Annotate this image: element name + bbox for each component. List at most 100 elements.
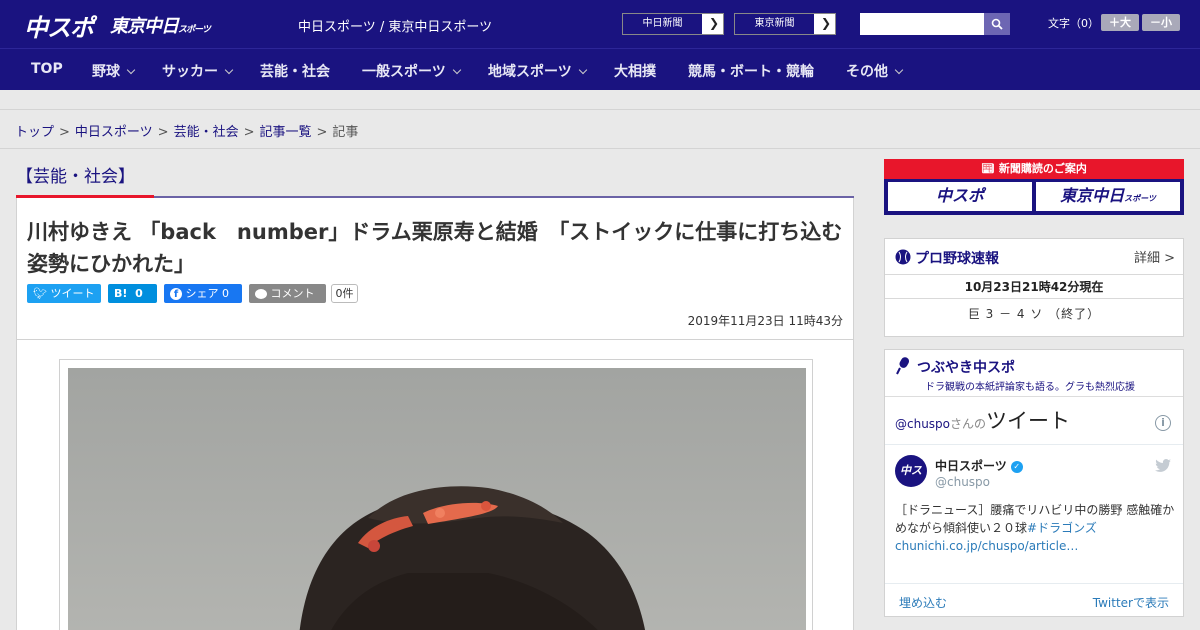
view-on-twitter-link[interactable]: Twitterで表示 — [1093, 594, 1169, 611]
breadcrumb-link[interactable]: 芸能・社会 — [174, 125, 239, 140]
article-header: 川村ゆきえ 「back number」ドラム栗原寿と結婚 「ストイックに仕事に打… — [16, 198, 854, 340]
search-button[interactable] — [984, 13, 1010, 35]
baseball-title: プロ野球速報 — [915, 251, 999, 267]
timeline-footer: 埋め込む Twitterで表示 — [885, 583, 1183, 619]
nav-entertainment[interactable]: 芸能・社会 — [260, 61, 330, 81]
chevron-down-icon — [224, 65, 234, 75]
twitter-widget-title: つぶやき中スポ — [917, 360, 1015, 376]
comment-label: コメント — [270, 287, 315, 300]
nav-label: サッカー — [162, 64, 218, 80]
tweet-label: ツイート — [50, 287, 95, 300]
baseball-score[interactable]: 巨 3 － 4 ソ （終了） — [885, 305, 1183, 322]
search-input[interactable] — [860, 13, 984, 35]
nav-other[interactable]: その他 — [846, 61, 904, 81]
subscription-banner[interactable]: 📰︎ 新聞購読のご案内 中スポ 東京中日スポーツ — [884, 159, 1184, 215]
subscription-title: 📰︎ 新聞購読のご案内 — [884, 159, 1184, 179]
hatena-count: 0 — [135, 287, 143, 300]
text-size-up-button[interactable]: ＋大 — [1101, 14, 1139, 31]
nav-general-sports[interactable]: 一般スポーツ — [362, 61, 461, 81]
nav-label: 野球 — [92, 64, 120, 80]
text-size-down-button[interactable]: －小 — [1142, 14, 1180, 31]
nav-label: その他 — [846, 64, 888, 80]
twitter-widget-subtitle: ドラ観戦の本紙評論家も語る。グラも熱烈応援 — [925, 382, 1135, 393]
nav-label: 地域スポーツ — [488, 64, 572, 80]
main-nav: TOP 野球 サッカー 芸能・社会 一般スポーツ 地域スポーツ 大相撲 競馬・ボ… — [0, 48, 1200, 90]
hatena-bookmark-button[interactable]: B! 0 — [108, 284, 157, 303]
breadcrumb-link[interactable]: 中日スポーツ — [75, 125, 153, 140]
tokyo-logo-text: 東京中日 — [110, 16, 179, 37]
tweet-author-name[interactable]: 中日スポーツ ✓ — [935, 457, 1023, 474]
chevron-down-icon — [894, 65, 904, 75]
tweet-hashtag[interactable]: #ドラゴンズ — [1027, 521, 1097, 535]
comment-count: 0件 — [331, 284, 358, 303]
article-photo[interactable] — [68, 368, 806, 630]
breadcrumb-separator: > — [316, 125, 328, 140]
divider — [885, 444, 1183, 445]
breadcrumb-separator: > — [243, 125, 255, 140]
nav-label: TOP — [31, 61, 63, 77]
chevron-down-icon — [126, 65, 136, 75]
chuspo-logo[interactable]: 中スポ — [24, 8, 94, 43]
tokyo-logo-small: スポーツ — [178, 25, 211, 35]
newspaper-icon: 📰︎ — [981, 162, 996, 175]
tweet-text: ［ドラニュース］腰痛でリハビリ中の勝野 感触確かめながら傾斜使い２０球#ドラゴン… — [895, 501, 1175, 555]
baseball-detail-link[interactable]: 詳細 > — [1134, 247, 1175, 266]
chevron-right-icon: ❯ — [708, 16, 719, 30]
photo-image — [68, 368, 806, 630]
paper-link-label: 中日新聞 — [623, 14, 703, 34]
baseball-score-card: プロ野球速報 詳細 > 10月23日21時42分現在 巨 3 － 4 ソ （終了… — [884, 238, 1184, 337]
photo-frame — [59, 359, 813, 630]
tweet-author-handle[interactable]: @chuspo — [935, 475, 990, 489]
tweet-link[interactable]: chunichi.co.jp/chuspo/article… — [895, 539, 1078, 553]
facebook-share-label: シェア — [185, 287, 219, 300]
nav-label: 一般スポーツ — [362, 64, 446, 80]
comment-icon — [255, 289, 267, 299]
ad-strip — [0, 90, 1200, 110]
nav-top[interactable]: TOP — [31, 61, 63, 77]
breadcrumb-separator: > — [59, 125, 70, 140]
site-name: 中日スポーツ / 東京中日スポーツ — [298, 20, 493, 35]
info-icon[interactable]: i — [1155, 415, 1171, 431]
chevron-down-icon — [452, 65, 461, 75]
comment-button[interactable]: コメント — [249, 284, 326, 303]
tokyo-chunichi-subscribe-logo[interactable]: 東京中日スポーツ — [1036, 182, 1180, 211]
baseball-icon — [895, 249, 911, 265]
tokyo-subscribe-small: スポーツ — [1124, 194, 1156, 203]
text-size-label: 文字（0） — [1048, 17, 1099, 30]
nav-label: 芸能・社会 — [260, 64, 330, 80]
chevron-down-icon — [578, 65, 587, 75]
breadcrumb-link[interactable]: トップ — [15, 125, 54, 140]
top-header: 中スポ 東京中日スポーツ 中日スポーツ / 東京中日スポーツ 中日新聞 ❯ 東京… — [0, 0, 1200, 48]
category-heading: 【芸能・社会】 — [16, 160, 854, 198]
nav-baseball[interactable]: 野球 — [92, 61, 136, 81]
tweet-button[interactable]: 🐦︎ ツイート — [27, 284, 101, 303]
timeline-label: ツイート — [986, 409, 1071, 433]
nav-sumo[interactable]: 大相撲 — [614, 61, 656, 81]
article-headline: 川村ゆきえ 「back number」ドラム栗原寿と結婚 「ストイックに仕事に打… — [27, 220, 843, 276]
chuspo-subscribe-logo[interactable]: 中スポ — [888, 182, 1032, 211]
twitter-bird-icon[interactable] — [1155, 459, 1171, 473]
nav-local-sports[interactable]: 地域スポーツ — [488, 61, 587, 81]
timeline-header: @chuspoさんのツイート — [895, 405, 1070, 435]
baseball-timestamp: 10月23日21時42分現在 — [885, 275, 1183, 299]
breadcrumb-link[interactable]: 記事一覧 — [260, 125, 312, 140]
microphone-icon — [896, 357, 909, 375]
twitter-icon: 🐦︎ — [33, 287, 47, 300]
tweet-timeline: @chuspoさんのツイート i 中スポ 中日スポーツ ✓ @chuspo ［ドラ… — [885, 396, 1183, 618]
baseball-header: プロ野球速報 詳細 > — [885, 239, 1183, 275]
embed-link[interactable]: 埋め込む — [899, 594, 947, 611]
tokyo-chunichi-logo[interactable]: 東京中日スポーツ — [110, 12, 211, 38]
avatar[interactable]: 中スポ — [895, 455, 927, 509]
nav-label: 大相撲 — [614, 64, 656, 80]
chunichi-shimbun-link[interactable]: 中日新聞 ❯ — [622, 13, 724, 35]
hatena-icon: B! — [114, 287, 128, 300]
breadcrumb-separator: > — [157, 125, 169, 140]
twitter-widget: つぶやき中スポ ドラ観戦の本紙評論家も語る。グラも熱烈応援 @chuspoさんの… — [884, 349, 1184, 617]
timeline-handle[interactable]: @chuspo — [895, 417, 950, 431]
nav-soccer[interactable]: サッカー — [162, 61, 234, 81]
chevron-right-icon: ❯ — [820, 16, 831, 30]
nav-racing[interactable]: 競馬・ボート・競輪 — [688, 61, 814, 81]
tokyo-shimbun-link[interactable]: 東京新聞 ❯ — [734, 13, 836, 35]
facebook-count: 0 — [222, 287, 229, 300]
facebook-share-button[interactable]: f シェア 0 — [164, 284, 242, 303]
